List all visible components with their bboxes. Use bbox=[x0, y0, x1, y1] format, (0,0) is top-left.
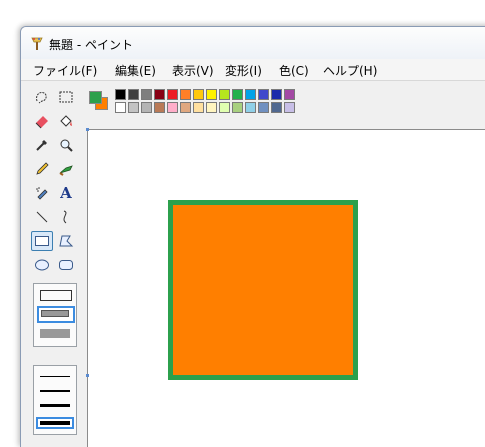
palette-swatch[interactable] bbox=[128, 102, 139, 113]
eyedropper-icon[interactable] bbox=[31, 135, 53, 155]
palette-swatch[interactable] bbox=[258, 89, 269, 100]
current-colors[interactable] bbox=[87, 89, 113, 115]
line-width-3[interactable] bbox=[40, 404, 70, 407]
menu-file[interactable]: ファイル(F) bbox=[33, 62, 97, 79]
palette-swatch[interactable] bbox=[284, 89, 295, 100]
palette-swatch[interactable] bbox=[154, 89, 165, 100]
line-width-4[interactable] bbox=[36, 417, 74, 429]
palette-swatch[interactable] bbox=[115, 102, 126, 113]
palette-swatch[interactable] bbox=[258, 102, 269, 113]
toolbox: A bbox=[21, 81, 83, 447]
pencil-icon[interactable] bbox=[31, 159, 53, 179]
menu-help[interactable]: ヘルプ(H) bbox=[323, 62, 377, 79]
palette-swatch[interactable] bbox=[284, 102, 295, 113]
palette-swatch[interactable] bbox=[219, 102, 230, 113]
title-bar[interactable]: 無題 - ペイント bbox=[21, 27, 485, 60]
canvas-resize-handle[interactable] bbox=[86, 128, 89, 131]
palette-swatch[interactable] bbox=[206, 89, 217, 100]
menu-bar: ファイル(F) 編集(E) 表示(V) 変形(I) 色(C) ヘルプ(H) bbox=[21, 59, 485, 81]
free-select-icon[interactable] bbox=[31, 87, 53, 107]
drawing-canvas[interactable] bbox=[86, 128, 485, 447]
paint-window: 無題 - ペイント ファイル(F) 編集(E) 表示(V) 変形(I) 色(C)… bbox=[20, 26, 485, 447]
eraser-icon[interactable] bbox=[31, 111, 53, 131]
palette-swatch[interactable] bbox=[167, 89, 178, 100]
line-width-2[interactable] bbox=[40, 390, 70, 392]
palette-swatch[interactable] bbox=[219, 89, 230, 100]
rounded-rect-icon[interactable] bbox=[55, 255, 77, 275]
palette-swatch[interactable] bbox=[193, 102, 204, 113]
paint-app-icon bbox=[31, 37, 43, 50]
orange-rectangle-shape[interactable] bbox=[168, 200, 358, 380]
palette-swatch[interactable] bbox=[232, 89, 243, 100]
window-title: 無題 - ペイント bbox=[49, 38, 133, 52]
polygon-icon[interactable] bbox=[55, 231, 77, 251]
palette-swatch[interactable] bbox=[167, 102, 178, 113]
airbrush-icon[interactable] bbox=[31, 183, 53, 203]
fill-style-outline[interactable] bbox=[40, 290, 72, 301]
palette-swatch[interactable] bbox=[180, 89, 191, 100]
magnifier-icon[interactable] bbox=[55, 135, 77, 155]
canvas-resize-handle[interactable] bbox=[86, 374, 89, 377]
palette-swatch[interactable] bbox=[193, 89, 204, 100]
fill-style-options bbox=[33, 283, 77, 347]
menu-image[interactable]: 変形(I) bbox=[225, 62, 262, 79]
fill-style-outline-fill[interactable] bbox=[37, 306, 75, 323]
palette-swatch[interactable] bbox=[245, 89, 256, 100]
rect-select-icon[interactable] bbox=[55, 87, 77, 107]
palette-swatch[interactable] bbox=[271, 102, 282, 113]
line-width-options bbox=[33, 365, 77, 435]
menu-colors[interactable]: 色(C) bbox=[279, 62, 309, 79]
curve-icon[interactable] bbox=[55, 207, 77, 227]
palette-swatch[interactable] bbox=[206, 102, 217, 113]
foreground-color-swatch[interactable] bbox=[89, 91, 102, 104]
palette-swatch[interactable] bbox=[128, 89, 139, 100]
palette-swatch[interactable] bbox=[232, 102, 243, 113]
ellipse-icon[interactable] bbox=[31, 255, 53, 275]
rectangle-icon[interactable] bbox=[31, 231, 53, 251]
menu-view[interactable]: 表示(V) bbox=[172, 62, 214, 79]
line-width-1[interactable] bbox=[40, 376, 70, 377]
palette-swatch[interactable] bbox=[271, 89, 282, 100]
line-icon[interactable] bbox=[31, 207, 53, 227]
palette-swatch[interactable] bbox=[141, 89, 152, 100]
palette-swatch[interactable] bbox=[154, 102, 165, 113]
text-tool-glyph: A bbox=[60, 184, 72, 202]
menu-edit[interactable]: 編集(E) bbox=[115, 62, 156, 79]
palette-swatch[interactable] bbox=[141, 102, 152, 113]
fill-style-fill-only[interactable] bbox=[40, 329, 70, 338]
palette-swatch[interactable] bbox=[245, 102, 256, 113]
fill-bucket-icon[interactable] bbox=[55, 111, 77, 131]
palette-swatch[interactable] bbox=[115, 89, 126, 100]
palette-swatch[interactable] bbox=[180, 102, 191, 113]
brush-icon[interactable] bbox=[55, 159, 77, 179]
text-icon[interactable]: A bbox=[55, 183, 77, 203]
